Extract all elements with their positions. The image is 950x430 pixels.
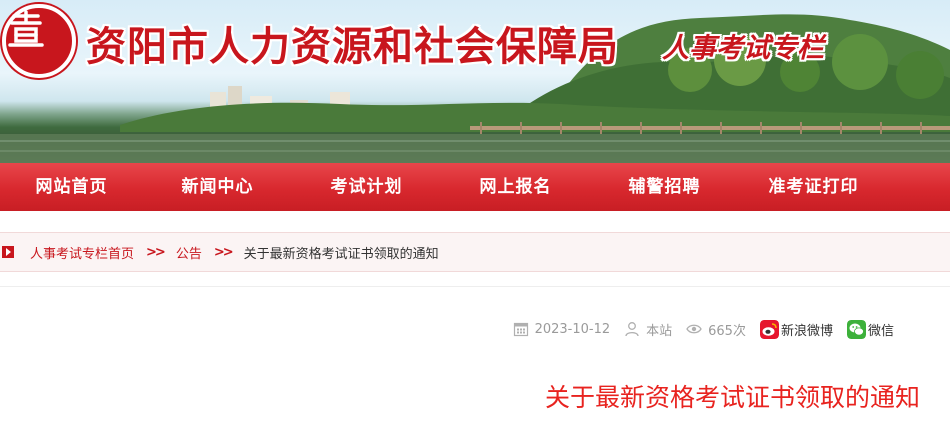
share-wechat-button[interactable]: 微信 [846, 319, 894, 339]
article-title: 关于最新资格考试证书领取的通知 [544, 383, 920, 412]
site-title: 资阳市人力资源和社会保障局 [86, 24, 619, 70]
site-subtitle: 人事考试专栏 [662, 33, 824, 64]
breadcrumb-home-link[interactable]: 人事考试专栏首页 [30, 243, 134, 262]
logo-seal-icon [8, 10, 44, 47]
article-date-text: 2023-10-12 [534, 321, 611, 337]
breadcrumb-current: 关于最新资格考试证书领取的通知 [243, 246, 439, 262]
content-divider [0, 286, 950, 287]
eye-icon [686, 324, 702, 334]
site-banner: 资阳市人力资源和社会保障局 人事考试专栏 [0, 0, 950, 163]
article-author: 本站 [624, 320, 672, 339]
breadcrumb-separator: >> [213, 244, 234, 260]
share-wechat-label: 微信 [867, 323, 894, 339]
breadcrumb-section-link[interactable]: 公告 [176, 243, 202, 262]
nav-item-news[interactable]: 新闻中心 [143, 163, 292, 211]
main-nav: 网站首页 新闻中心 考试计划 网上报名 辅警招聘 准考证打印 成 [0, 163, 950, 211]
article-date: 2023-10-12 [513, 321, 611, 337]
nav-item-home[interactable]: 网站首页 [0, 163, 143, 211]
article-views-text: 665次 [708, 323, 746, 339]
article-views: 665次 [686, 320, 746, 339]
calendar-icon [513, 322, 528, 337]
nav-item-truncated[interactable]: 成 [888, 163, 950, 211]
nav-item-exam-plan[interactable]: 考试计划 [292, 163, 441, 211]
share-weibo-label: 新浪微博 [780, 323, 833, 339]
nav-item-admission-ticket[interactable]: 准考证打印 [739, 163, 888, 211]
breadcrumb: 人事考试专栏首页 >> 公告 >> 关于最新资格考试证书领取的通知 [0, 232, 950, 272]
user-icon [625, 322, 639, 337]
nav-item-online-registration[interactable]: 网上报名 [441, 163, 590, 211]
nav-item-auxiliary-police[interactable]: 辅警招聘 [590, 163, 739, 211]
weibo-icon [759, 319, 779, 339]
share-weibo-button[interactable]: 新浪微博 [759, 319, 833, 339]
location-arrow-icon [2, 246, 14, 258]
site-logo[interactable] [2, 4, 76, 78]
breadcrumb-separator: >> [146, 244, 166, 260]
article-meta: 2023-10-12 本站 665次 新浪微博 微信 [513, 318, 894, 340]
wechat-icon [846, 319, 866, 339]
article-author-text: 本站 [646, 323, 673, 339]
